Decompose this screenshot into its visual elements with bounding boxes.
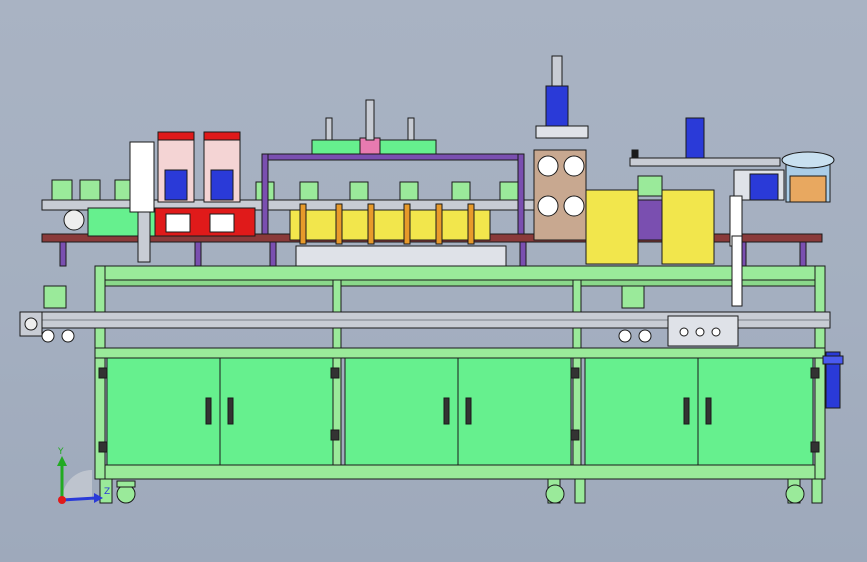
cabinet-door-6 xyxy=(697,357,814,466)
casters xyxy=(99,478,823,504)
roller-tower xyxy=(533,55,589,241)
cabinet-door-4 xyxy=(457,357,572,466)
clamp-blocks xyxy=(255,181,519,201)
triad-z-label: Z xyxy=(104,487,110,497)
cabinet-door-2 xyxy=(219,357,334,466)
triad-y-label: Y xyxy=(57,447,64,457)
cabinet-door-5 xyxy=(584,357,699,466)
mid-conveyor xyxy=(19,285,831,347)
cabinet-doors xyxy=(98,357,820,466)
side-motor xyxy=(822,351,844,409)
cabinet-door-3 xyxy=(344,357,459,466)
cad-viewport[interactable]: Y Z xyxy=(0,0,867,562)
cabinet-door-1 xyxy=(106,357,221,466)
forming-station xyxy=(154,131,256,237)
